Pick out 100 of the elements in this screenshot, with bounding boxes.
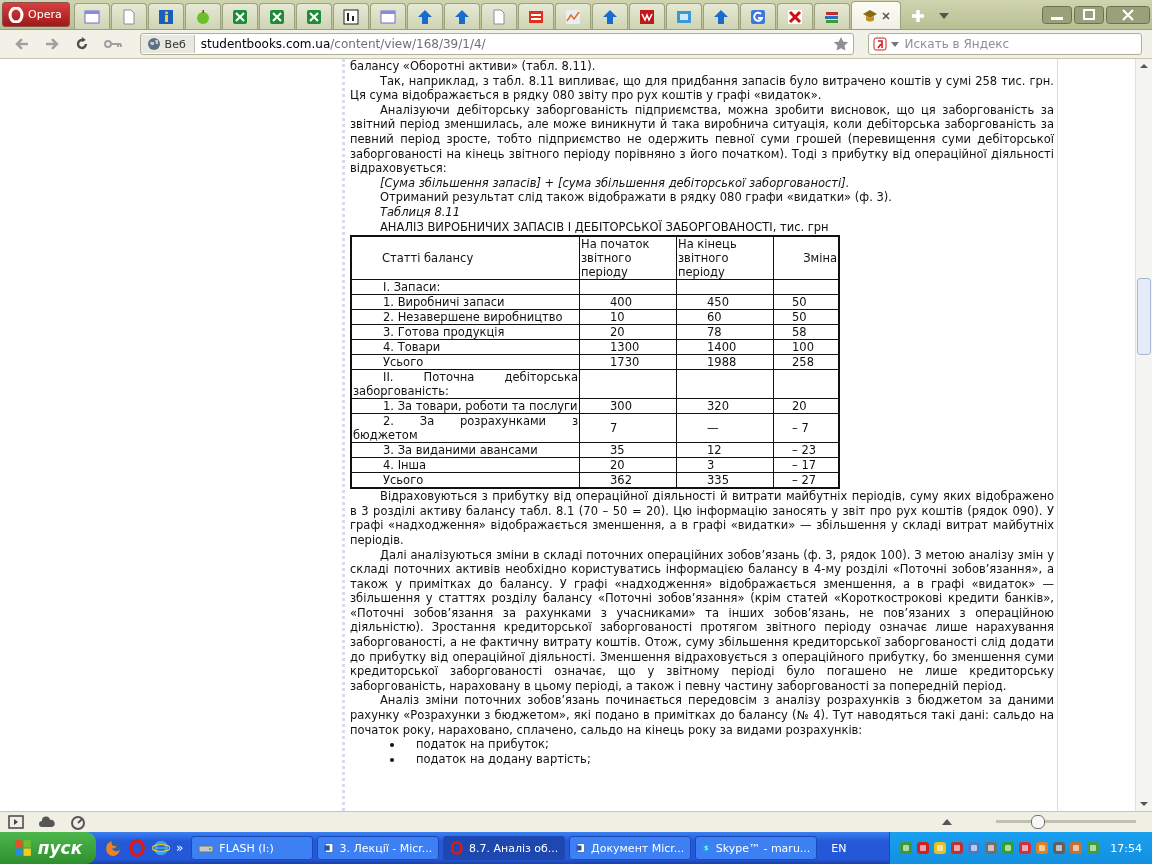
favicon-icon xyxy=(676,8,692,25)
table-cell: 4. Товари xyxy=(351,339,580,355)
favicon-icon xyxy=(491,8,507,25)
tray-icon[interactable] xyxy=(966,840,983,856)
column-header: На кінець звітного періоду xyxy=(676,236,774,280)
favicon-icon xyxy=(195,8,211,25)
cloud-icon[interactable] xyxy=(38,816,56,828)
table-cell: 50 xyxy=(773,309,839,325)
paragraph: Так, наприклад, з табл. 8.11 випливає, що для придбання запасів було витрачено коштів у сумі 258 тис. грн. Ця сума відображається в рядку 080 звіту про рух коштів у графі «видаток». xyxy=(350,73,1054,103)
table-cell: 60 xyxy=(676,309,774,325)
favicon-icon xyxy=(565,8,581,25)
table-cell: 7 xyxy=(579,413,677,443)
minimize-icon[interactable] xyxy=(1042,5,1072,24)
browser-icon[interactable] xyxy=(152,839,170,857)
favicon-icon xyxy=(417,8,433,25)
table-cell: 1. За товари, роботи та послуги xyxy=(351,398,580,414)
forward-icon[interactable] xyxy=(43,36,60,52)
search-input[interactable]: Искать в Яндекс xyxy=(902,36,1141,52)
table-cell: 78 xyxy=(676,324,774,340)
favicon-icon xyxy=(306,8,322,25)
table-cell: 1988 xyxy=(676,354,774,370)
table-cell: 1. Виробничі запаси xyxy=(351,294,580,310)
bullet-icon xyxy=(390,742,394,747)
favicon-icon xyxy=(343,8,359,25)
site-badge[interactable]: Веб xyxy=(140,35,195,53)
paragraph: Отриманий результат слід також відображати в рядку 080 графи «видатки» (ф. 3). xyxy=(379,190,893,205)
ring-icon xyxy=(8,6,24,23)
close-icon[interactable] xyxy=(880,10,891,21)
table-cell: 20 xyxy=(579,324,677,340)
search-box[interactable]: Искать в Яндекс xyxy=(867,33,1142,55)
table-cell: 258 xyxy=(773,354,839,370)
favicon-icon xyxy=(861,7,878,24)
tray-icon[interactable] xyxy=(983,840,1000,856)
tray-icon[interactable] xyxy=(932,840,949,856)
table-cell: 2. За розрахунками з бюджетом xyxy=(351,413,580,443)
scrollbar[interactable] xyxy=(1135,59,1152,811)
maximize-icon[interactable] xyxy=(1074,5,1104,24)
star-icon[interactable] xyxy=(832,36,849,52)
table-cell: 2. Незавершене виробництво xyxy=(351,309,580,325)
table-cell: 50 xyxy=(773,294,839,310)
tray-icon[interactable] xyxy=(1051,840,1068,856)
tray-icon[interactable] xyxy=(898,840,915,856)
back-icon[interactable] xyxy=(14,36,30,52)
more-glyph[interactable]: » xyxy=(176,841,184,855)
start-button[interactable]: пуск xyxy=(0,832,96,864)
table-cell: 12 xyxy=(676,442,774,458)
table-cell: 20 xyxy=(579,457,677,473)
scroll-thumb[interactable] xyxy=(1137,278,1151,355)
menu-button[interactable]: Opera xyxy=(2,2,70,27)
site-label: Веб xyxy=(164,37,186,51)
favicon-icon xyxy=(232,8,248,25)
favicon-icon xyxy=(84,8,100,25)
browser-icon[interactable] xyxy=(104,839,122,857)
list-item: податок на прибуток; xyxy=(416,737,549,752)
taskbar-button[interactable]: Skype™ - maru... xyxy=(695,836,818,860)
new-tab-icon[interactable] xyxy=(910,8,926,24)
address-field[interactable]: Веб studentbooks.com.ua/content/view/168/39/1/4/ xyxy=(139,33,854,55)
column-header: Статті балансу xyxy=(351,236,580,280)
table-cell: Усього xyxy=(351,354,580,370)
table-cell: 1400 xyxy=(676,339,774,355)
tray-icon[interactable] xyxy=(949,840,966,856)
panel-icon[interactable] xyxy=(8,815,24,829)
close-icon[interactable] xyxy=(1106,5,1150,24)
table-cell: II. Поточна дебіторська заборгованість: xyxy=(351,369,580,399)
slider-thumb[interactable] xyxy=(1031,815,1045,829)
table-cell: 1730 xyxy=(579,354,677,370)
table-cell: 400 xyxy=(579,294,677,310)
table-cell: 3. За виданими авансами xyxy=(351,442,580,458)
favicon-icon xyxy=(639,8,655,25)
taskbar-button[interactable]: Документ Micr... xyxy=(569,836,692,860)
language-indicator[interactable]: EN xyxy=(821,841,857,855)
key-icon[interactable] xyxy=(103,39,122,49)
tray-icon[interactable] xyxy=(915,840,932,856)
tray-icon[interactable] xyxy=(1034,840,1051,856)
tray-icon[interactable] xyxy=(1085,840,1102,856)
app-icon xyxy=(324,840,335,856)
table-cell: 35 xyxy=(579,442,677,458)
taskbar-button[interactable]: FLASH (I:) xyxy=(191,836,314,860)
paragraph: Аналізуючи дебіторську заборгованість підприємства, можна зробити висновок, що ця заборгованість за звітний період зменшилась, але може виникнути й така виробнича ситуація, коли дебіторська заборгованість за певний період зросте, тобто підприємство не одержить певної суми грошей (перевищення суми дебіторської заборгованості на кінець звітного періоду порівняно з його початком). Тоді з прибутку від операційної діяльності відраховується: xyxy=(350,102,1054,176)
tray-icon[interactable] xyxy=(1000,840,1017,856)
table-cell: 320 xyxy=(676,398,774,414)
taskbar-button[interactable]: 3. Лекції - Micr... xyxy=(317,836,440,860)
column-header: На початок звітного періоду xyxy=(579,236,677,280)
caret-icon[interactable] xyxy=(939,13,949,19)
paragraph: АНАЛІЗ ВИРОБНИЧИХ ЗАПАСІВ І ДЕБІТОРСЬКОЇ ЗАБОРГОВАНОСТІ, тис. грн xyxy=(379,219,830,235)
table-cell: 1300 xyxy=(579,339,677,355)
italic-line: [Сума збільшення запасів] + [сума збільшення дебіторської заборгованості]. xyxy=(379,175,851,191)
favicon-icon xyxy=(454,8,470,25)
speedometer-icon[interactable] xyxy=(70,814,86,830)
tray-icon[interactable] xyxy=(1068,840,1085,856)
caret-icon[interactable] xyxy=(890,41,899,47)
tray-icon[interactable] xyxy=(1017,840,1034,856)
caret-up-icon[interactable] xyxy=(942,819,952,825)
taskbar-button[interactable]: 8.7. Аналіз об... xyxy=(443,836,566,860)
favicon-icon xyxy=(787,8,803,25)
table-cell: 300 xyxy=(579,398,677,414)
search-engine-icon xyxy=(872,37,887,51)
bullet-icon xyxy=(390,757,394,762)
table-cell: – 17 xyxy=(773,457,839,473)
browser-tab[interactable] xyxy=(333,3,369,29)
